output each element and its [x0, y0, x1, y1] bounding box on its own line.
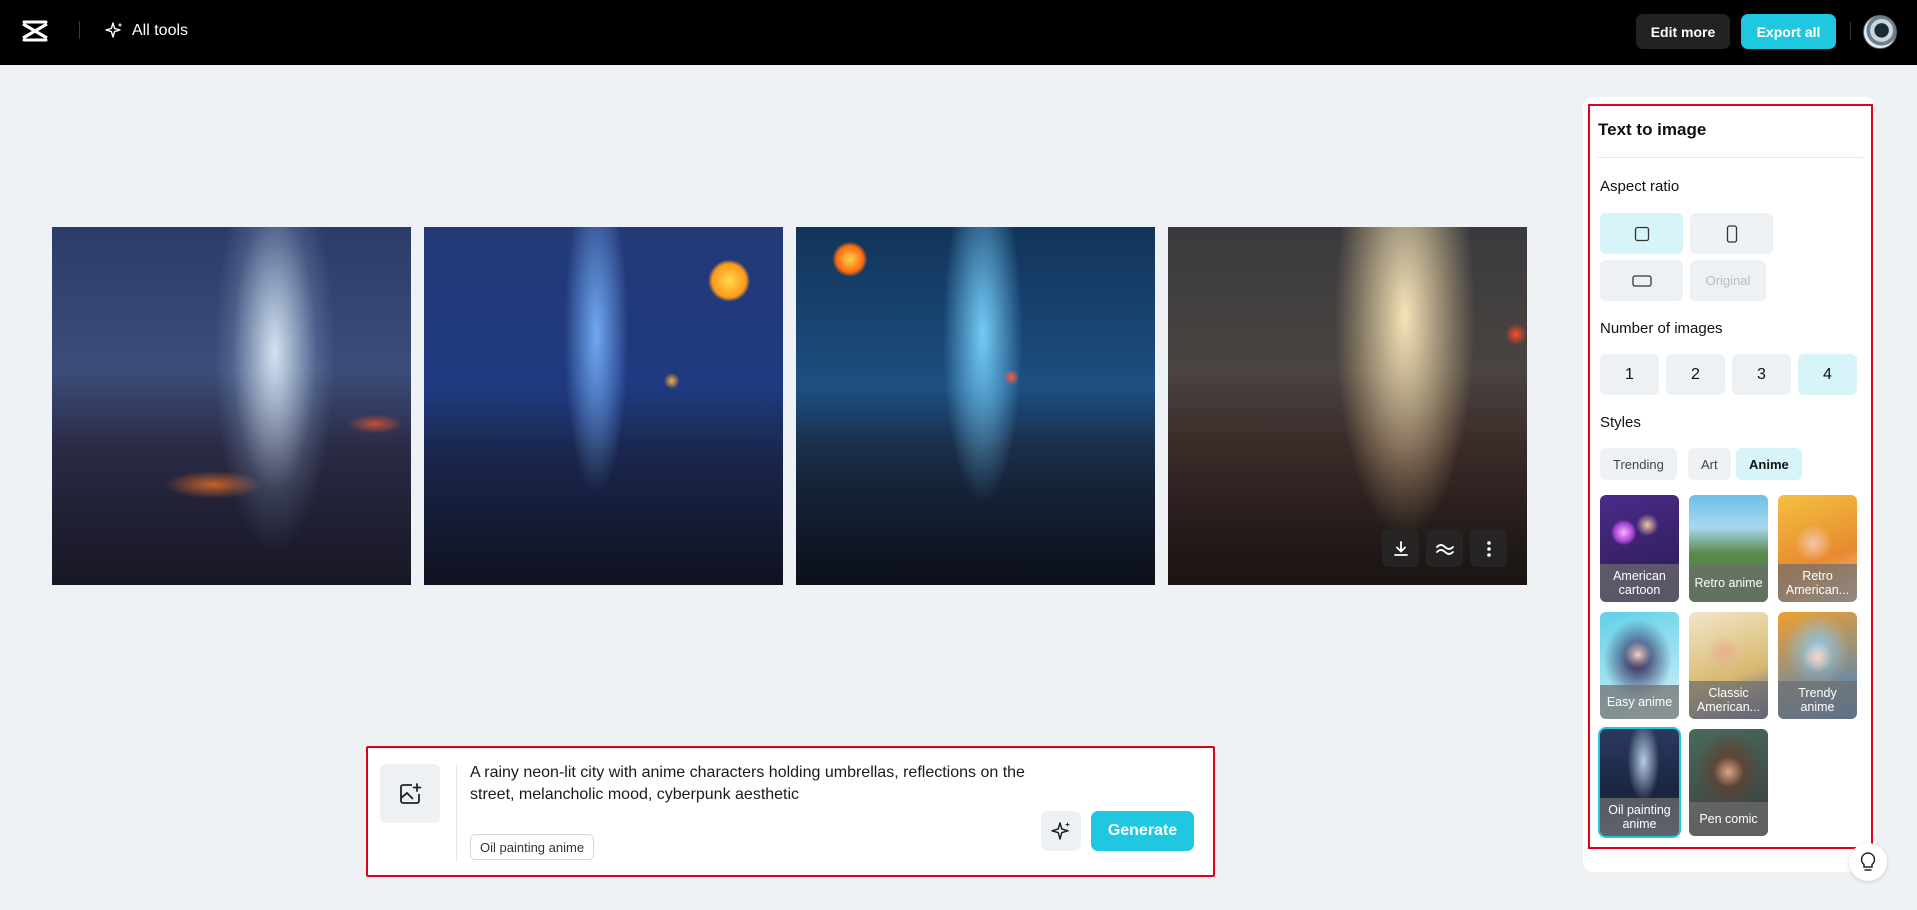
all-tools-button[interactable]: All tools — [104, 18, 188, 44]
square-ratio-icon — [1634, 226, 1649, 241]
prompt-enhance-button[interactable] — [1041, 811, 1081, 851]
style-card-retro-anime[interactable]: Retro anime — [1689, 495, 1768, 602]
tab-anime[interactable]: Anime — [1736, 448, 1802, 480]
style-card-retro-american[interactable]: Retro American... — [1778, 495, 1857, 602]
styles-label: Styles — [1600, 414, 1641, 431]
topbar-divider — [1850, 22, 1851, 40]
avatar[interactable] — [1863, 15, 1897, 49]
add-reference-image-button[interactable] — [380, 764, 440, 823]
tab-art[interactable]: Art — [1688, 448, 1731, 480]
style-card-pen-comic[interactable]: Pen comic — [1689, 729, 1768, 836]
number-of-images-label: Number of images — [1600, 320, 1723, 337]
aspect-ratio-original[interactable]: Original — [1690, 260, 1766, 301]
portrait-ratio-icon — [1726, 224, 1737, 243]
tips-button[interactable] — [1849, 843, 1887, 881]
image-actions — [1382, 530, 1507, 567]
generated-image-1[interactable] — [52, 227, 411, 585]
panel-title: Text to image — [1598, 120, 1707, 139]
all-tools-label: All tools — [132, 22, 189, 39]
prompt-box: A rainy neon-lit city with anime charact… — [366, 746, 1215, 877]
style-card-easy-anime[interactable]: Easy anime — [1600, 612, 1679, 719]
style-card-label: Easy anime — [1600, 685, 1679, 719]
style-card-label: Trendy anime — [1778, 681, 1857, 719]
generated-image-2[interactable] — [424, 227, 783, 585]
generated-image-3[interactable] — [796, 227, 1155, 585]
export-all-button[interactable]: Export all — [1741, 14, 1836, 49]
topbar-divider — [79, 21, 80, 39]
style-card-trendy-anime[interactable]: Trendy anime — [1778, 612, 1857, 719]
style-card-oil-painting-anime[interactable]: Oil painting anime — [1598, 727, 1681, 838]
download-icon — [1393, 540, 1408, 556]
number-option-1[interactable]: 1 — [1600, 354, 1659, 395]
selected-style-chip[interactable]: Oil painting anime — [470, 834, 595, 860]
panel-divider — [1598, 157, 1863, 158]
style-card-label: American cartoon — [1600, 564, 1679, 602]
style-card-label: Retro anime — [1689, 564, 1768, 602]
capcut-logo-icon[interactable] — [20, 18, 50, 46]
style-card-american-cartoon[interactable]: American cartoon — [1600, 495, 1679, 602]
number-option-2[interactable]: 2 — [1666, 354, 1725, 395]
lightbulb-icon — [1860, 852, 1876, 871]
variation-button[interactable] — [1426, 530, 1463, 567]
style-card-label: Oil painting anime — [1600, 798, 1679, 836]
number-option-3[interactable]: 3 — [1732, 354, 1791, 395]
style-card-classic-american[interactable]: Classic American... — [1689, 612, 1768, 719]
wave-icon — [1435, 543, 1454, 555]
aspect-ratio-square[interactable] — [1600, 213, 1683, 254]
download-button[interactable] — [1382, 530, 1419, 567]
more-button[interactable] — [1470, 530, 1507, 567]
tab-trending[interactable]: Trending — [1600, 448, 1677, 480]
aspect-ratio-portrait[interactable] — [1690, 213, 1773, 254]
image-add-icon — [400, 782, 422, 804]
top-bar: All tools Edit more Export all — [0, 0, 1917, 65]
number-option-4[interactable]: 4 — [1798, 354, 1857, 395]
style-card-label: Retro American... — [1778, 564, 1857, 602]
more-vertical-icon — [1486, 540, 1491, 557]
landscape-ratio-icon — [1631, 274, 1652, 287]
generate-button[interactable]: Generate — [1091, 811, 1194, 851]
aspect-ratio-landscape[interactable] — [1600, 260, 1683, 301]
sparkle-icon — [105, 22, 123, 38]
text-to-image-panel: Text to image Aspect ratio Original Numb… — [1588, 104, 1873, 849]
style-card-label: Classic American... — [1689, 681, 1768, 719]
edit-more-button[interactable]: Edit more — [1636, 14, 1730, 49]
aspect-ratio-label: Aspect ratio — [1600, 178, 1680, 195]
style-card-label: Pen comic — [1689, 802, 1768, 836]
prompt-divider — [456, 764, 457, 862]
magic-sparkle-icon — [1051, 822, 1070, 840]
prompt-input[interactable]: A rainy neon-lit city with anime charact… — [470, 762, 1030, 806]
